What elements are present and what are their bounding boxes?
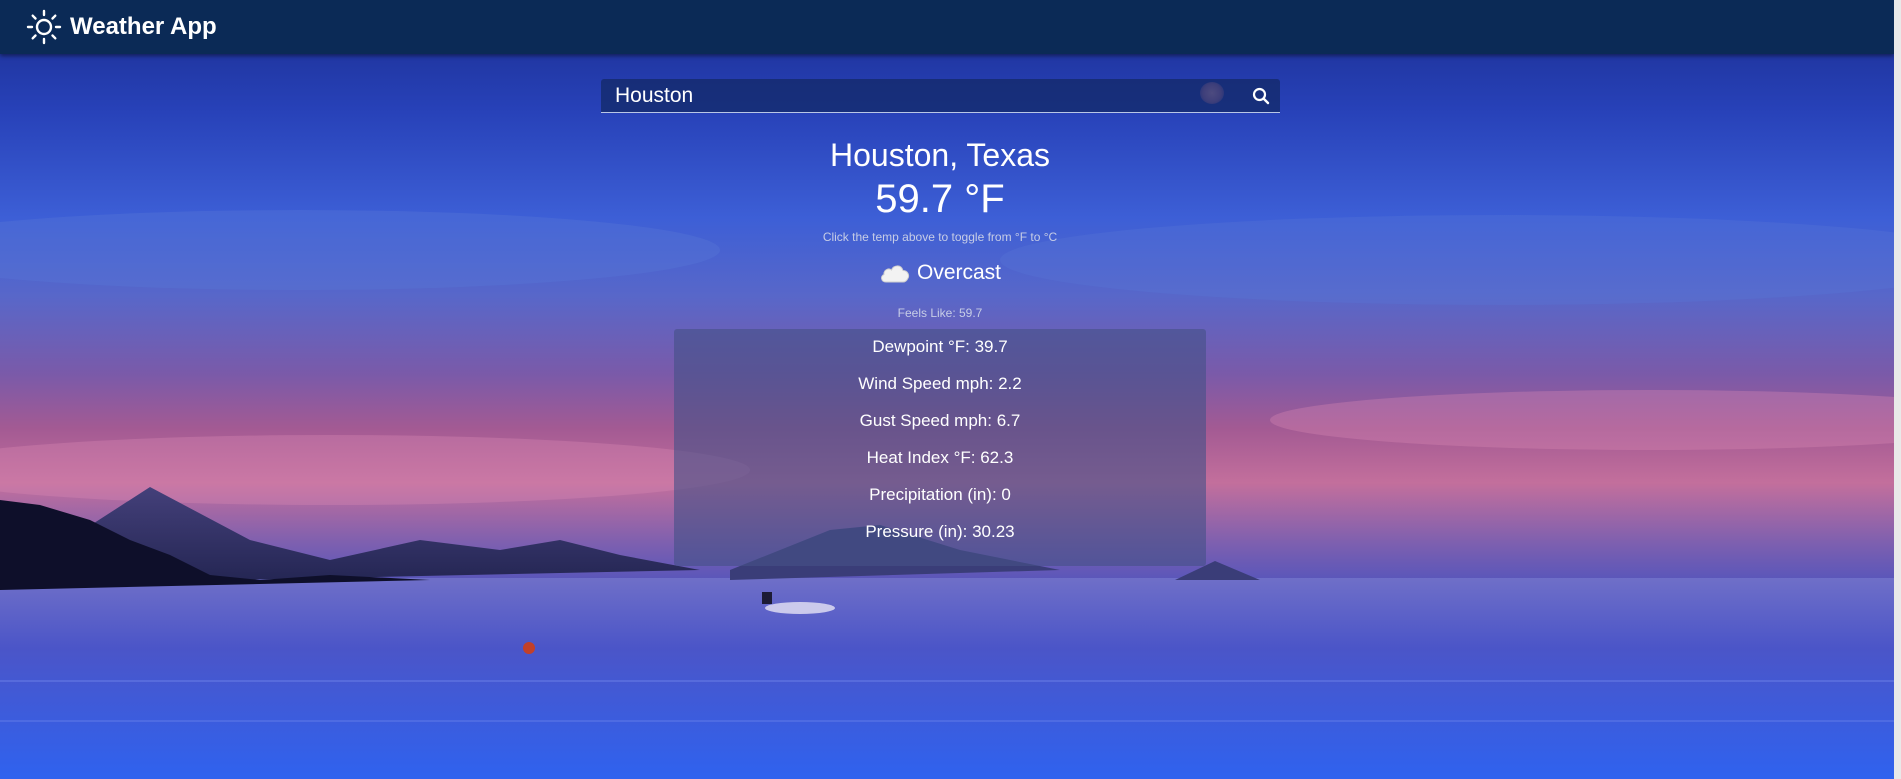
detail-gust-speed: Gust Speed mph: 6.7: [859, 411, 1021, 430]
search-icon: [1252, 87, 1270, 105]
detail-wind-speed: Wind Speed mph: 2.2: [858, 374, 1022, 393]
detail-pressure: Pressure (in): 30.23: [865, 522, 1015, 541]
feels-like: Feels Like: 59.7: [897, 306, 983, 320]
details-panel: Dewpoint °F: 39.7 Wind Speed mph: 2.2 Gu…: [674, 329, 1206, 566]
detail-dewpoint: Dewpoint °F: 39.7: [872, 337, 1008, 356]
temperature-toggle[interactable]: 59.7 °F: [0, 177, 1880, 222]
toggle-hint: Click the temp above to toggle from °F t…: [822, 230, 1058, 244]
top-navbar: Weather App: [0, 0, 1894, 54]
city-search-input[interactable]: [615, 79, 1195, 112]
search-button[interactable]: [1248, 83, 1274, 109]
condition-text: Overcast: [916, 261, 1002, 284]
detail-precipitation: Precipitation (in): 0: [869, 485, 1011, 504]
detail-heat-index: Heat Index °F: 62.3: [866, 448, 1014, 467]
brand[interactable]: Weather App: [26, 9, 217, 45]
page-scrollbar[interactable]: [1894, 0, 1901, 779]
search-bar: [601, 79, 1280, 113]
app-root: Weather App Houston, Texas 59.7 °F Click…: [0, 0, 1901, 779]
sun-icon: [26, 9, 62, 45]
condition: Overcast: [0, 261, 1880, 285]
location-title: Houston, Texas: [830, 137, 1050, 173]
cloud-icon: [881, 265, 910, 283]
app-title: Weather App: [70, 13, 217, 40]
